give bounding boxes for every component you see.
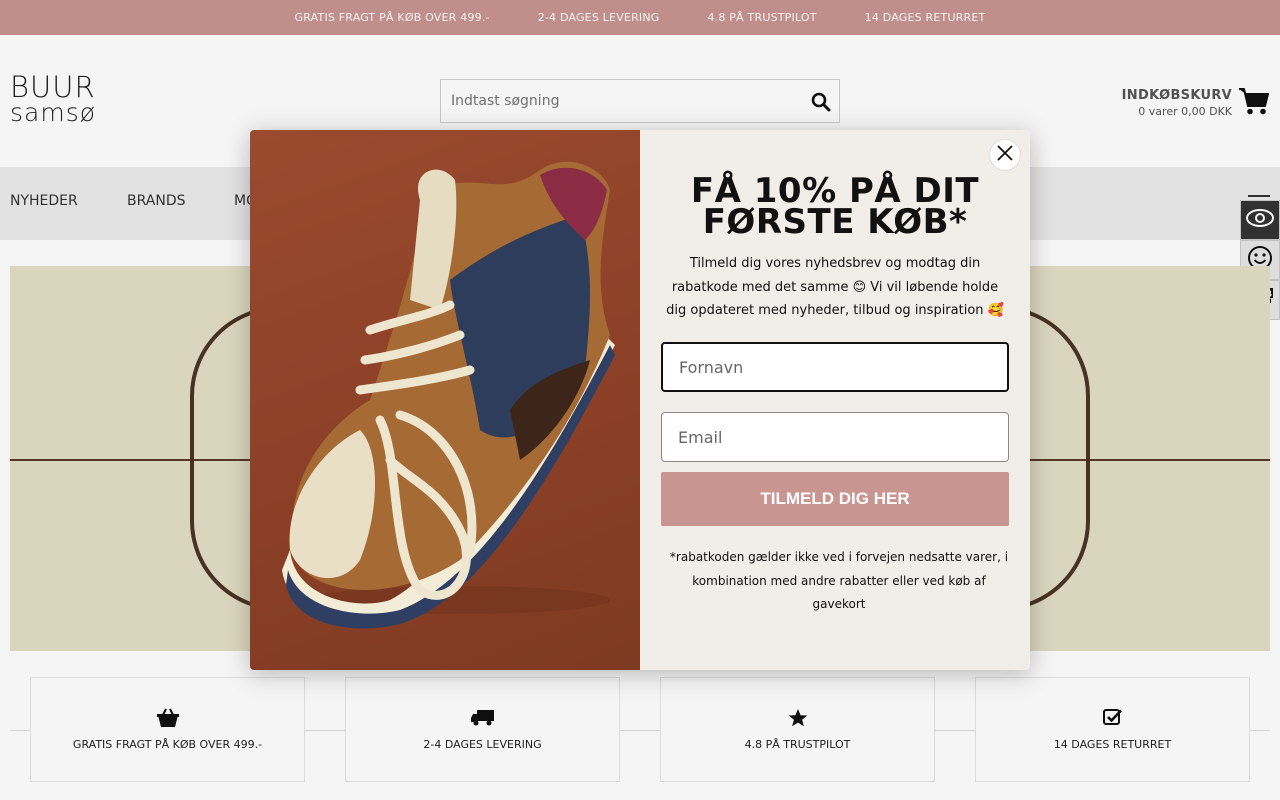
firstname-field[interactable]: [661, 342, 1009, 392]
modal-title: FÅ 10% PÅ DIT FØRSTE KØB*: [660, 174, 1010, 242]
discount-disclaimer: *rabatkoden gælder ikke ved i forvejen n…: [669, 550, 1009, 611]
newsletter-modal: FÅ 10% PÅ DIT FØRSTE KØB* Tilmeld dig vo…: [250, 130, 1030, 670]
close-icon: [997, 145, 1013, 165]
email-field[interactable]: [661, 412, 1009, 462]
modal-subtitle: Tilmeld dig vores nyhedsbrev og modtag d…: [666, 256, 1004, 318]
modal-title-line2: FØRSTE KØB*: [702, 202, 968, 242]
close-button[interactable]: [989, 139, 1021, 171]
subscribe-button[interactable]: TILMELD DIG HER: [661, 472, 1009, 526]
newsletter-form: FÅ 10% PÅ DIT FØRSTE KØB* Tilmeld dig vo…: [640, 130, 1030, 670]
sneaker-photo: [250, 130, 640, 670]
